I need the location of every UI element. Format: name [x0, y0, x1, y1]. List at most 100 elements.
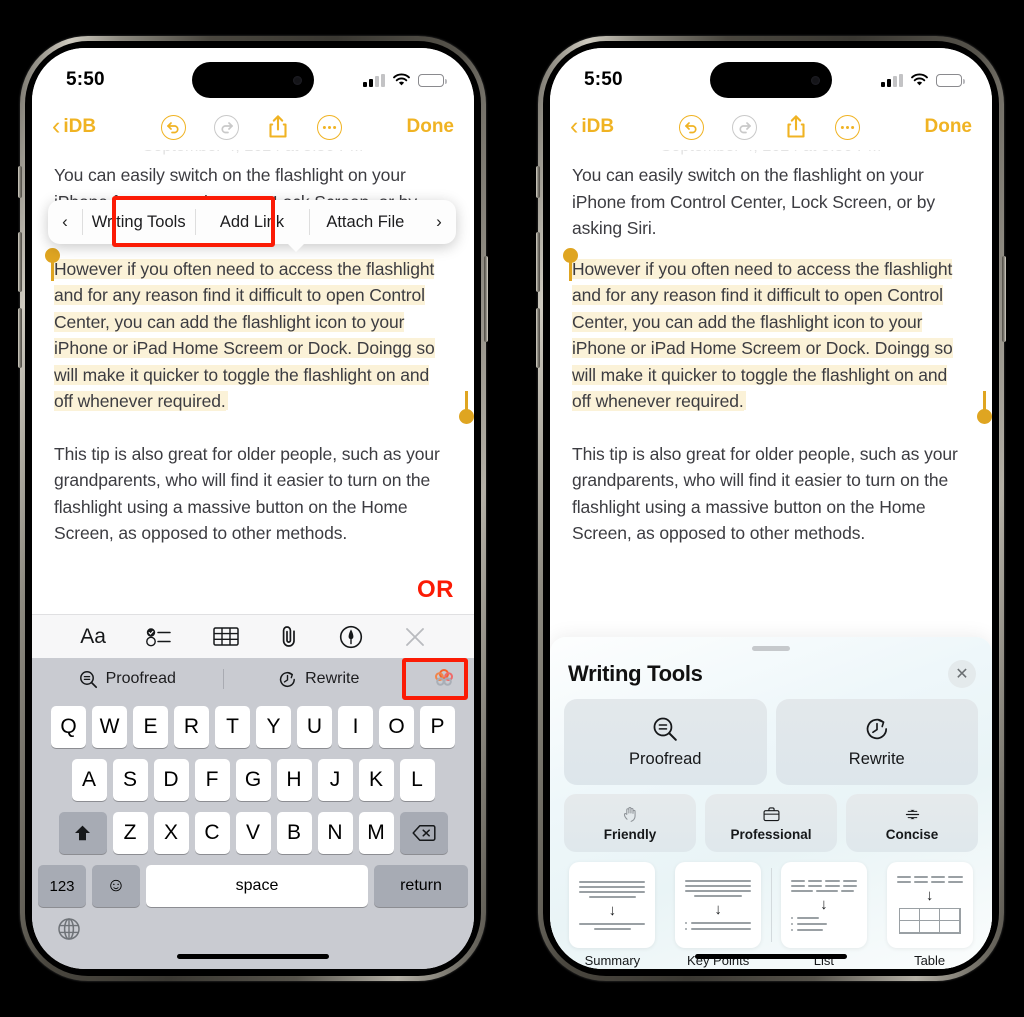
- key-w[interactable]: W: [92, 706, 127, 748]
- key-c[interactable]: C: [194, 812, 230, 854]
- action-button-left[interactable]: [18, 166, 22, 198]
- chevron-right-icon[interactable]: ›: [422, 200, 456, 244]
- list-option[interactable]: ↓ List: [770, 862, 873, 968]
- undo-icon[interactable]: [160, 114, 186, 140]
- context-menu-item-attach-file[interactable]: Attach File: [308, 200, 422, 244]
- summary-doc-icon: ↓: [569, 862, 656, 948]
- key-z[interactable]: Z: [112, 812, 148, 854]
- selected-paragraph-wrapper[interactable]: However if you often need to access the …: [550, 247, 992, 424]
- ellipsis-icon[interactable]: [834, 114, 860, 140]
- chevron-left-icon: ‹: [52, 111, 61, 140]
- power-button-right[interactable]: [1002, 256, 1006, 342]
- close-icon[interactable]: [404, 626, 426, 648]
- rewrite-clock-icon: [280, 671, 296, 687]
- key-l[interactable]: L: [399, 759, 435, 801]
- numbers-key[interactable]: 123: [38, 865, 86, 907]
- markup-pen-icon[interactable]: [339, 625, 363, 649]
- redo-icon: [731, 114, 757, 140]
- table-option[interactable]: ↓ Table: [881, 862, 978, 968]
- selected-paragraph-wrapper[interactable]: However if you often need to access the …: [32, 247, 474, 424]
- writing-suggestion-bar[interactable]: Proofread Rewrite: [32, 658, 474, 700]
- key-s[interactable]: S: [112, 759, 148, 801]
- note-body-right[interactable]: September 4, 2024 at 5:50 PM You can eas…: [550, 150, 992, 969]
- keyboard-row-1: Q W E R T Y U I O P: [35, 706, 471, 748]
- key-g[interactable]: G: [235, 759, 271, 801]
- checklist-icon[interactable]: [146, 627, 172, 647]
- writing-tools-sheet[interactable]: Writing Tools ✕ Proofread Rewrite Friend…: [550, 637, 992, 969]
- emoji-smiley-icon[interactable]: ☺: [92, 865, 140, 907]
- professional-tone-button[interactable]: Professional: [705, 794, 837, 852]
- key-b[interactable]: B: [276, 812, 312, 854]
- keyboard-bottom-row: [35, 911, 471, 969]
- briefcase-icon: [763, 806, 779, 821]
- key-x[interactable]: X: [153, 812, 189, 854]
- backspace-delete-icon[interactable]: [399, 812, 448, 854]
- nav-actions: [160, 114, 342, 140]
- onscreen-keyboard[interactable]: Q W E R T Y U I O P A S D F G H J K L Z …: [32, 700, 474, 969]
- table-icon[interactable]: [212, 626, 239, 647]
- undo-icon[interactable]: [678, 114, 704, 140]
- proofread-card[interactable]: Proofread: [564, 699, 767, 785]
- action-button-right[interactable]: [536, 166, 540, 198]
- key-points-option[interactable]: ↓ Key Points: [670, 862, 767, 968]
- chevron-left-icon[interactable]: ‹: [48, 200, 82, 244]
- concise-tone-button[interactable]: Concise: [846, 794, 978, 852]
- key-i[interactable]: I: [338, 706, 373, 748]
- key-p[interactable]: P: [420, 706, 455, 748]
- friendly-tone-button[interactable]: Friendly: [564, 794, 696, 852]
- list-doc-icon: ↓: [780, 862, 867, 948]
- front-camera-icon: [293, 75, 302, 85]
- space-key[interactable]: space: [146, 865, 368, 907]
- key-t[interactable]: T: [215, 706, 250, 748]
- selection-handle-start[interactable]: [45, 247, 60, 281]
- volume-down-button-right[interactable]: [536, 308, 540, 368]
- key-e[interactable]: E: [133, 706, 168, 748]
- done-button[interactable]: Done: [407, 116, 455, 138]
- key-q[interactable]: Q: [51, 706, 86, 748]
- close-x-icon[interactable]: ✕: [948, 660, 976, 688]
- back-button[interactable]: ‹ iDB: [570, 113, 614, 139]
- key-a[interactable]: A: [71, 759, 107, 801]
- key-k[interactable]: K: [358, 759, 394, 801]
- nav-actions: [678, 114, 860, 140]
- key-h[interactable]: H: [276, 759, 312, 801]
- key-v[interactable]: V: [235, 812, 271, 854]
- key-points-doc-icon: ↓: [675, 862, 762, 948]
- summary-option[interactable]: ↓ Summary: [564, 862, 661, 968]
- down-arrow-icon: ↓: [608, 901, 617, 919]
- key-u[interactable]: U: [297, 706, 332, 748]
- done-button[interactable]: Done: [925, 116, 973, 138]
- volume-up-button-right[interactable]: [536, 232, 540, 292]
- key-r[interactable]: R: [174, 706, 209, 748]
- rewrite-card[interactable]: Rewrite: [775, 699, 978, 785]
- return-key[interactable]: return: [374, 865, 468, 907]
- summary-label: Summary: [584, 953, 641, 968]
- share-icon[interactable]: [785, 114, 807, 140]
- format-toolbar[interactable]: Aa: [32, 614, 474, 658]
- key-f[interactable]: F: [194, 759, 230, 801]
- share-icon[interactable]: [267, 114, 289, 140]
- attachment-paperclip-icon[interactable]: [279, 625, 299, 649]
- key-d[interactable]: D: [153, 759, 189, 801]
- selection-handle-end[interactable]: [459, 390, 474, 424]
- text-format-icon[interactable]: Aa: [80, 625, 106, 649]
- proofread-magnifier-icon: [653, 717, 678, 741]
- note-body-left[interactable]: September 4, 2024 at 5:50 PM You can eas…: [32, 150, 474, 614]
- selection-handle-end[interactable]: [977, 390, 992, 424]
- selection-handle-start[interactable]: [563, 247, 578, 281]
- power-button-left[interactable]: [484, 256, 488, 342]
- ellipsis-icon[interactable]: [316, 114, 342, 140]
- key-o[interactable]: O: [379, 706, 414, 748]
- proofread-suggestion-button[interactable]: Proofread: [32, 670, 223, 689]
- rewrite-suggestion-button[interactable]: Rewrite: [224, 670, 415, 689]
- volume-up-button-left[interactable]: [18, 232, 22, 292]
- back-button[interactable]: ‹ iDB: [52, 111, 96, 140]
- shift-up-arrow-icon[interactable]: [58, 812, 107, 854]
- globe-language-icon[interactable]: [57, 917, 81, 941]
- key-j[interactable]: J: [317, 759, 353, 801]
- key-n[interactable]: N: [317, 812, 353, 854]
- volume-down-button-left[interactable]: [18, 308, 22, 368]
- iphone-left: 5:50 ‹ iDB Done You can easily switch on…: [18, 36, 488, 981]
- key-m[interactable]: M: [358, 812, 394, 854]
- key-y[interactable]: Y: [256, 706, 291, 748]
